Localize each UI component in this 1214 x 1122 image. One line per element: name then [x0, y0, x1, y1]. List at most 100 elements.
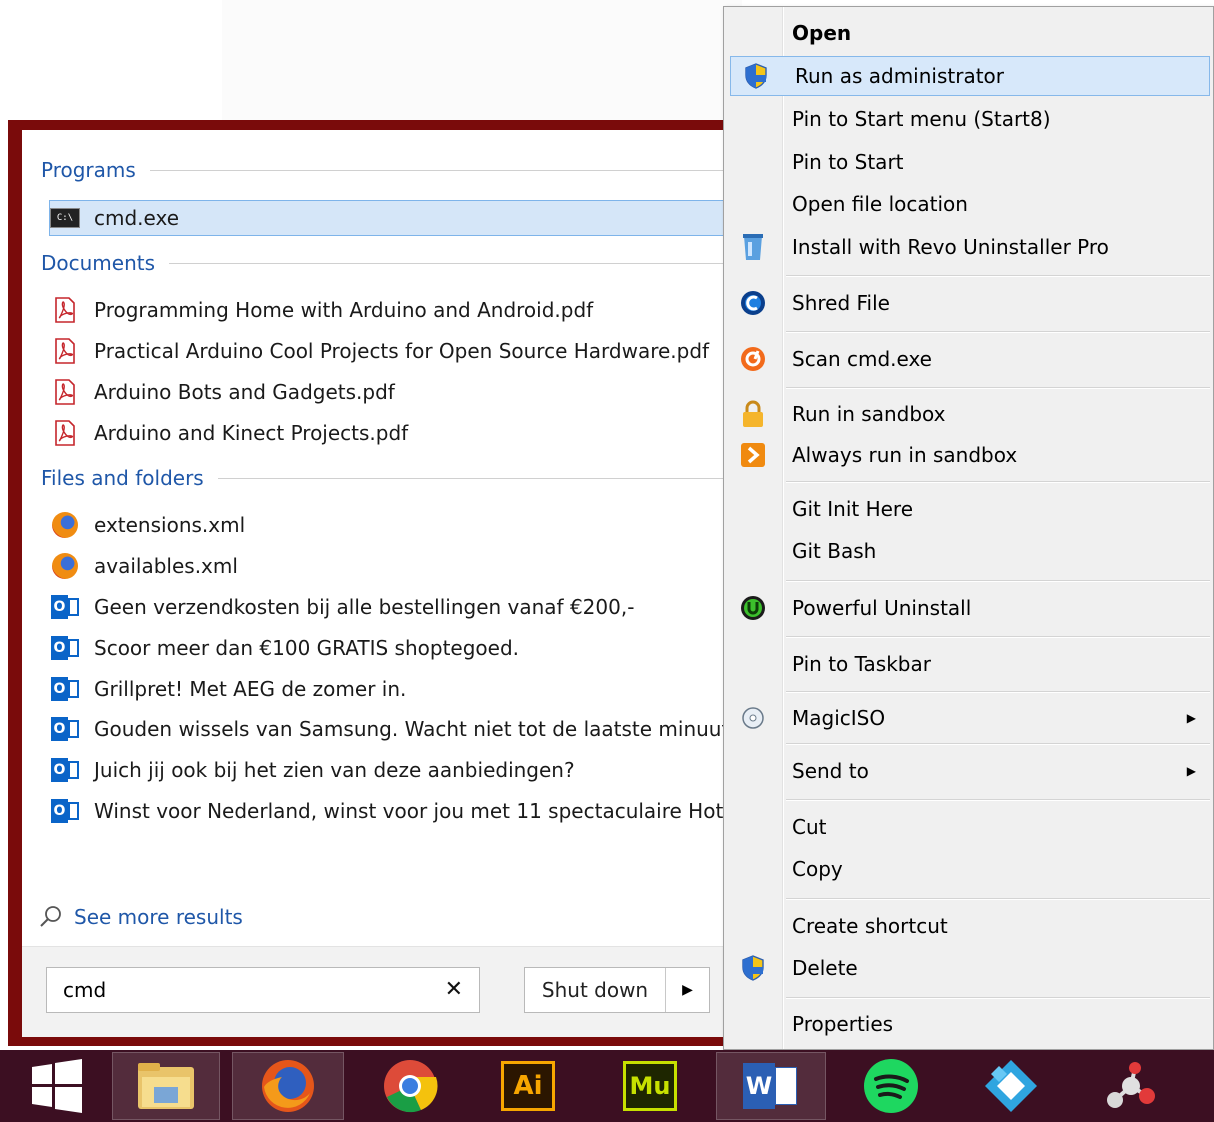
outlook-icon: O: [50, 594, 80, 620]
menu-item-label: Shred File: [792, 291, 890, 315]
menu-item-label: Powerful Uninstall: [792, 596, 972, 620]
menu-item-label: Open file location: [792, 192, 968, 216]
clear-search-icon[interactable]: ✕: [445, 977, 463, 1002]
sandbox-icon: [736, 438, 770, 472]
file-label: Grillpret! Met AEG de zomer in.: [94, 677, 407, 701]
outlook-icon: O: [50, 635, 80, 661]
submenu-arrow-icon: ▶: [1186, 711, 1196, 725]
search-icon: [40, 906, 61, 927]
file-item[interactable]: O Geen verzendkosten bij alle bestelling…: [50, 590, 740, 624]
result-cmd-exe[interactable]: C:\ cmd.exe: [49, 200, 741, 236]
file-label: Geen verzendkosten bij alle bestellingen…: [94, 595, 635, 619]
shutdown-button[interactable]: Shut down: [525, 968, 666, 1012]
menu-item-label: Properties: [792, 1012, 894, 1036]
menu-item-git-init-here[interactable]: Git Init Here: [728, 489, 1210, 529]
menu-item-label: Cut: [792, 815, 827, 839]
illustrator-icon: Ai: [501, 1061, 555, 1111]
windows-logo-icon: [32, 1059, 82, 1113]
files-header: Files and folders: [41, 464, 741, 492]
menu-item-pin-to-taskbar[interactable]: Pin to Taskbar: [728, 644, 1210, 684]
menu-item-run-as-administrator[interactable]: Run as administrator: [730, 56, 1210, 96]
outlook-icon: O: [50, 716, 80, 742]
pdf-icon: [50, 379, 80, 405]
taskbar-chrome[interactable]: [356, 1052, 464, 1120]
menu-item-label: Delete: [792, 956, 858, 980]
spotify-icon: [864, 1059, 918, 1113]
menu-item-always-run-in-sandbox[interactable]: Always run in sandbox: [728, 435, 1210, 475]
windows-start-button[interactable]: [12, 1052, 102, 1120]
illustrator-label: Ai: [513, 1071, 543, 1101]
document-label: Arduino and Kinect Projects.pdf: [94, 421, 409, 445]
file-item[interactable]: O Gouden wissels van Samsung. Wacht niet…: [50, 712, 740, 746]
submenu-arrow-icon: ▶: [1186, 764, 1196, 778]
file-item[interactable]: O Grillpret! Met AEG de zomer in.: [50, 672, 740, 706]
taskbar-word[interactable]: W: [716, 1052, 826, 1120]
document-item[interactable]: Practical Arduino Cool Projects for Open…: [50, 334, 740, 368]
menu-item-label: Run as administrator: [795, 64, 1005, 88]
menu-item-powerful-uninstall[interactable]: Powerful Uninstall: [728, 588, 1210, 628]
document-item[interactable]: Arduino Bots and Gadgets.pdf: [50, 375, 740, 409]
menu-item-label: Always run in sandbox: [792, 443, 1018, 467]
pdf-icon: [50, 420, 80, 446]
menu-item-install-with-revo[interactable]: Install with Revo Uninstaller Pro: [728, 227, 1210, 267]
desktop-background: [0, 0, 222, 120]
menu-item-run-in-sandbox[interactable]: Run in sandbox: [728, 394, 1210, 434]
menu-item-label: Run in sandbox: [792, 402, 946, 426]
disc-icon: [736, 701, 770, 735]
menu-item-properties[interactable]: Properties: [728, 1004, 1210, 1044]
file-label: Winst voor Nederland, winst voor jou met…: [94, 799, 740, 823]
file-item[interactable]: O Winst voor Nederland, winst voor jou m…: [50, 794, 740, 828]
menu-item-pin-to-start[interactable]: Pin to Start: [728, 142, 1210, 182]
menu-item-open[interactable]: Open: [728, 13, 1210, 53]
menu-item-shred-file[interactable]: Shred File: [728, 283, 1210, 323]
shield-icon: [736, 951, 770, 985]
taskbar-molecule-app[interactable]: [1076, 1052, 1186, 1120]
taskbar-file-explorer[interactable]: [112, 1052, 220, 1120]
muse-label: Mu: [629, 1072, 671, 1100]
menu-item-cut[interactable]: Cut: [728, 807, 1210, 847]
kodi-icon: [985, 1060, 1037, 1112]
files-header-label: Files and folders: [41, 466, 204, 490]
taskbar-muse[interactable]: Mu: [596, 1052, 704, 1120]
word-icon: W: [743, 1061, 799, 1111]
menu-item-label: Create shortcut: [792, 914, 948, 938]
menu-item-create-shortcut[interactable]: Create shortcut: [728, 906, 1210, 946]
outlook-icon: O: [50, 798, 80, 824]
document-label: Programming Home with Arduino and Androi…: [94, 298, 594, 322]
taskbar-firefox[interactable]: [232, 1052, 344, 1120]
document-item[interactable]: Programming Home with Arduino and Androi…: [50, 293, 740, 327]
document-label: Arduino Bots and Gadgets.pdf: [94, 380, 395, 404]
document-item[interactable]: Arduino and Kinect Projects.pdf: [50, 416, 740, 450]
taskbar-spotify[interactable]: [836, 1052, 946, 1120]
window-background: [222, 0, 742, 120]
file-item[interactable]: O Scoor meer dan €100 GRATIS shoptegoed.: [50, 631, 740, 665]
see-more-results-link[interactable]: See more results: [38, 902, 243, 932]
menu-item-magiciso[interactable]: MagicISO ▶: [728, 698, 1210, 738]
avast-icon: [736, 342, 770, 376]
menu-item-scan-cmd-exe[interactable]: Scan cmd.exe: [728, 339, 1210, 379]
file-item[interactable]: extensions.xml: [50, 508, 740, 542]
file-item[interactable]: availables.xml: [50, 549, 740, 583]
menu-item-label: Git Init Here: [792, 497, 914, 521]
menu-item-label: Open: [792, 21, 852, 45]
search-input[interactable]: [61, 977, 425, 1003]
shield-icon: [739, 59, 773, 93]
lock-icon: [736, 397, 770, 431]
menu-item-git-bash[interactable]: Git Bash: [728, 531, 1210, 571]
menu-item-send-to[interactable]: Send to ▶: [728, 751, 1210, 791]
shutdown-options-arrow-icon[interactable]: ▶: [666, 968, 709, 1012]
taskbar-illustrator[interactable]: Ai: [474, 1052, 582, 1120]
menu-item-copy[interactable]: Copy: [728, 849, 1210, 889]
menu-item-pin-to-start-menu-start8[interactable]: Pin to Start menu (Start8): [728, 99, 1210, 139]
menu-item-delete[interactable]: Delete: [728, 948, 1210, 988]
folder-icon: [138, 1063, 194, 1109]
taskbar-kodi[interactable]: [956, 1052, 1066, 1120]
chrome-icon: [384, 1060, 438, 1113]
menu-item-open-file-location[interactable]: Open file location: [728, 184, 1210, 224]
file-item[interactable]: O Juich jij ook bij het zien van deze aa…: [50, 753, 740, 787]
outlook-icon: O: [50, 676, 80, 702]
word-letter: W: [743, 1063, 775, 1109]
menu-item-label: Pin to Taskbar: [792, 652, 931, 676]
see-more-label: See more results: [74, 905, 243, 929]
search-box[interactable]: ✕: [46, 967, 480, 1013]
